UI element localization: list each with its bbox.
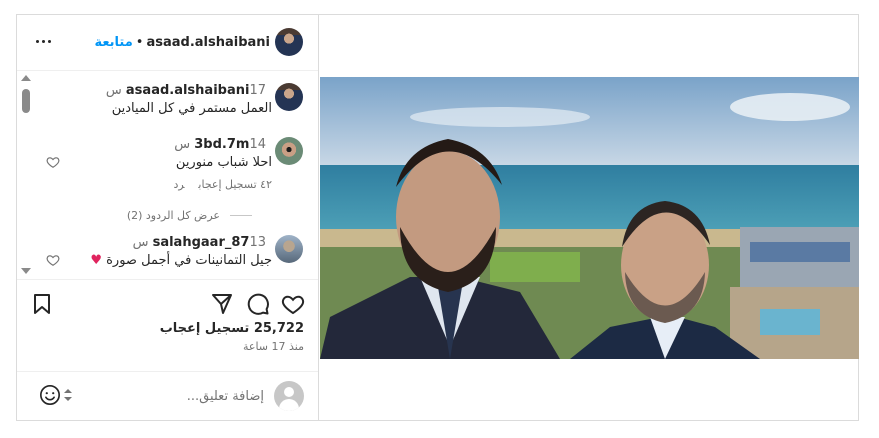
comment-header: salahgaar_8713 س xyxy=(133,235,272,250)
post-header: asaad.alshaibani•متابعة xyxy=(17,15,318,71)
add-comment-bar xyxy=(17,371,318,420)
replies-divider xyxy=(230,215,252,216)
comment-header: 3bd.7m14 س xyxy=(174,137,272,152)
comment-username[interactable]: salahgaar_87 xyxy=(153,235,250,250)
chevron-up-down-icon[interactable] xyxy=(63,387,73,403)
caption-avatar[interactable] xyxy=(275,83,303,111)
scroll-down-arrow[interactable] xyxy=(21,268,31,274)
scroll-thumb[interactable] xyxy=(22,89,30,113)
comment-icon[interactable] xyxy=(246,292,270,316)
post-photo-image xyxy=(320,77,859,359)
post-photo[interactable] xyxy=(320,77,859,359)
scroll-up-arrow[interactable] xyxy=(21,75,31,81)
likes-count[interactable]: 25,722 تسجيل إعجاب xyxy=(160,321,304,336)
comment-like-heart-icon[interactable] xyxy=(46,253,60,267)
header-line: asaad.alshaibani•متابعة xyxy=(94,35,270,50)
more-horizontal-icon[interactable] xyxy=(31,29,55,53)
comment-text-body: جيل التمانينات في أجمل صورة xyxy=(106,253,272,268)
comment-text: جيل التمانينات في أجمل صورة ♥ xyxy=(90,253,272,268)
comment-input[interactable] xyxy=(104,386,264,406)
comment-username[interactable]: 3bd.7m xyxy=(194,137,249,152)
bookmark-icon[interactable] xyxy=(30,292,54,316)
caption-header: asaad.alshaibani17 س xyxy=(106,83,272,98)
comment-username[interactable]: asaad.alshaibani xyxy=(126,83,250,98)
header-separator: • xyxy=(135,35,144,50)
post-time-ago[interactable]: منذ 17 ساعة xyxy=(243,340,304,353)
comment-avatar[interactable] xyxy=(275,137,303,165)
header-username[interactable]: asaad.alshaibani xyxy=(146,35,270,50)
heart-icon[interactable] xyxy=(281,292,305,316)
comment-avatar[interactable] xyxy=(275,235,303,263)
view-replies[interactable]: عرض كل الردود (2) xyxy=(127,209,252,222)
comments-scrollbar[interactable] xyxy=(19,72,33,278)
comment-likes[interactable]: ٤٢ تسجيل إعجاب xyxy=(198,178,272,191)
comments-list[interactable]: asaad.alshaibani17 س العمل مستمر في كل ا… xyxy=(17,72,318,278)
reply-button[interactable]: رد xyxy=(173,178,184,191)
instagram-post-dialog: asaad.alshaibani•متابعة asaad.alshaibani… xyxy=(16,14,859,421)
comment-like-heart-icon[interactable] xyxy=(46,155,60,169)
comment-text: احلا شباب منورين xyxy=(175,155,272,170)
current-user-avatar xyxy=(274,381,304,411)
caption-text: العمل مستمر في كل الميادين xyxy=(111,101,272,116)
red-heart-emoji: ♥ xyxy=(90,253,102,268)
post-side-panel: asaad.alshaibani•متابعة asaad.alshaibani… xyxy=(17,15,319,420)
owner-avatar[interactable] xyxy=(275,28,303,56)
send-icon[interactable] xyxy=(210,292,234,316)
follow-button[interactable]: متابعة xyxy=(94,35,132,50)
smiley-icon[interactable] xyxy=(39,384,61,406)
view-replies-label[interactable]: عرض كل الردود (2) xyxy=(127,209,220,222)
action-bar xyxy=(17,279,318,323)
comment-meta: ٤٢ تسجيل إعجاب رد xyxy=(159,178,272,191)
